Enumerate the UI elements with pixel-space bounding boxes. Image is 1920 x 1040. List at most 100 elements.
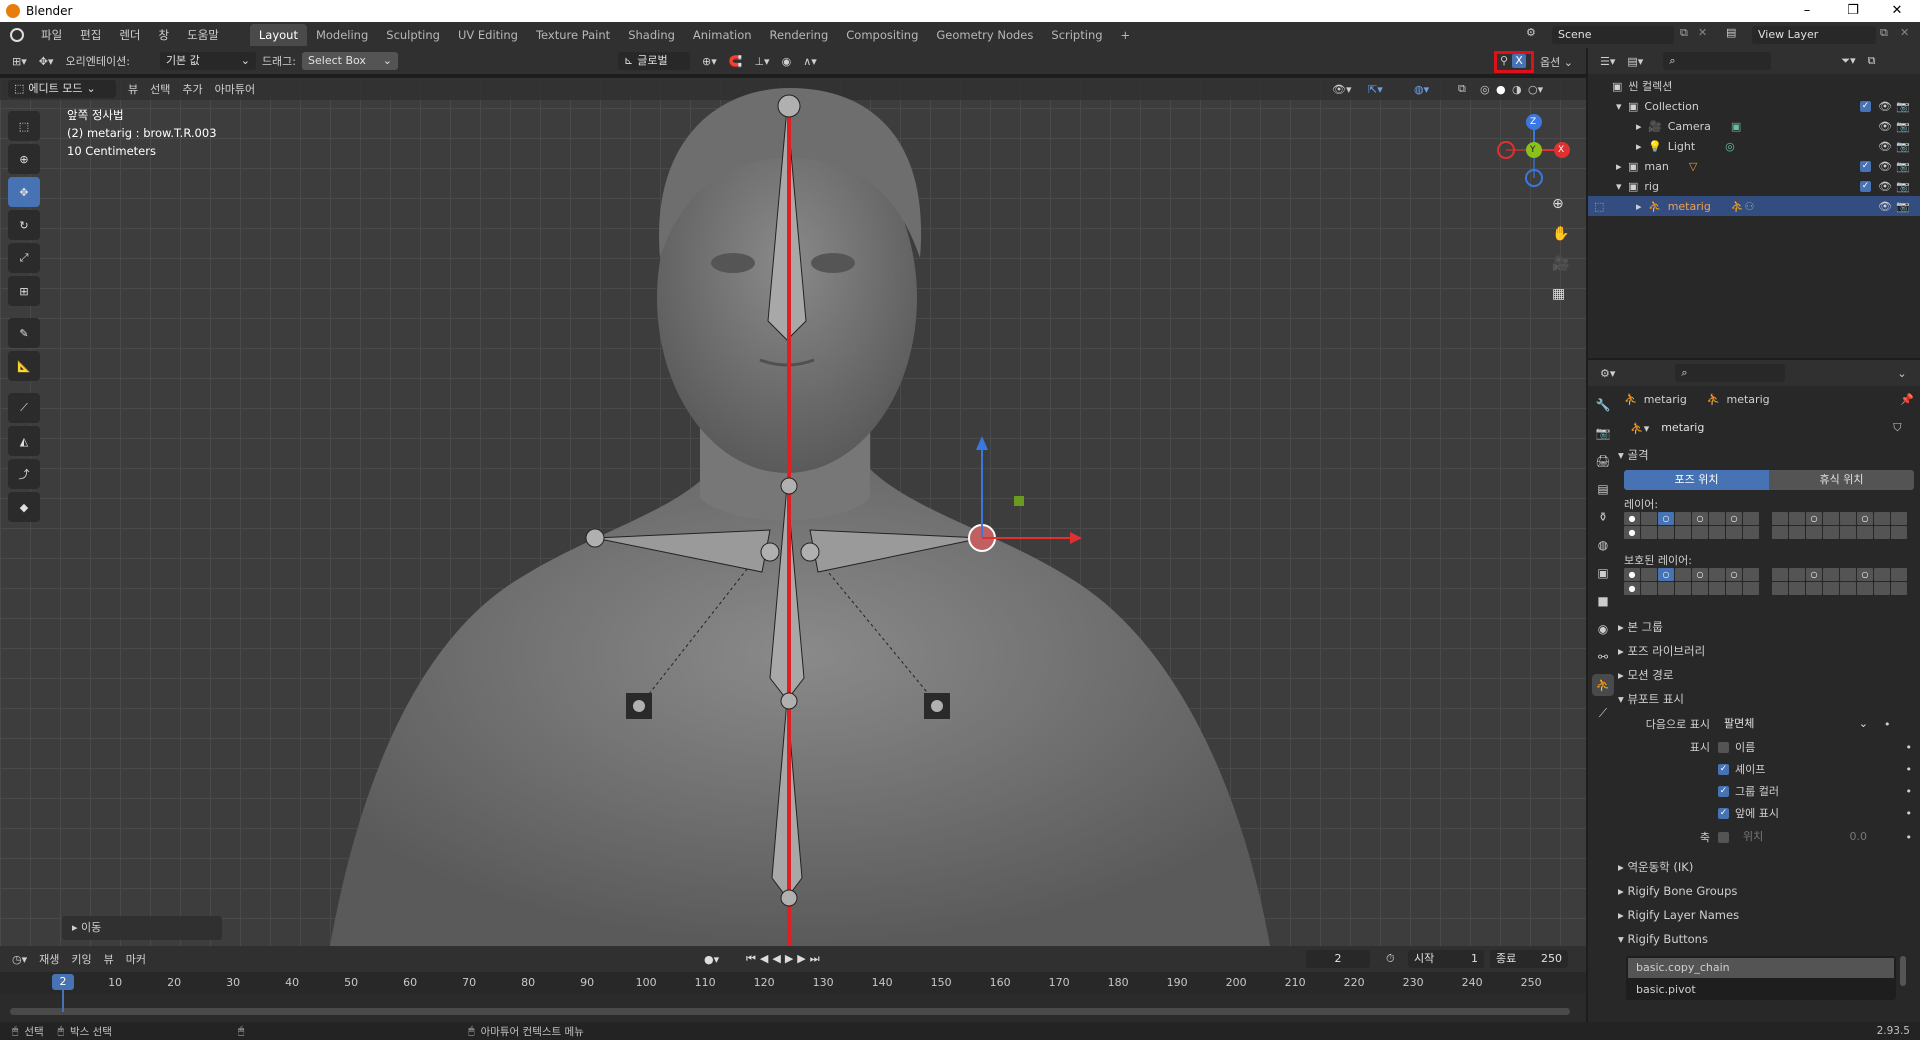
expand-arrow-icon[interactable]: ▾ bbox=[1616, 100, 1628, 113]
filter-icon[interactable]: ⏷▾ bbox=[1835, 54, 1861, 68]
pin-icon[interactable]: 📌 bbox=[1900, 393, 1914, 406]
keyframe-dot-icon[interactable]: • bbox=[1884, 718, 1891, 731]
camera-view-icon[interactable]: 🎥 bbox=[1552, 256, 1569, 272]
viewport-display-panel-header[interactable]: ▾ 뷰포트 표시 bbox=[1618, 688, 1916, 710]
last-operator-panel[interactable]: ▸ 이동 bbox=[62, 916, 222, 940]
snap-icon[interactable]: 🧲 bbox=[723, 55, 749, 68]
outliner-row-metarig[interactable]: ⬚ ▸ ⛹ metarig ⛹⚇ 👁 📷 bbox=[1588, 196, 1920, 216]
falloff-icon[interactable]: ∧▾ bbox=[797, 55, 823, 68]
auto-keying-icon[interactable]: ●▾ bbox=[704, 953, 719, 966]
armature-data-icon[interactable]: ⛹▾ bbox=[1624, 422, 1655, 435]
menu-view[interactable]: 뷰 bbox=[98, 951, 120, 967]
tab-compositing[interactable]: Compositing bbox=[837, 24, 927, 46]
tab-scripting[interactable]: Scripting bbox=[1042, 24, 1111, 46]
rigify-buttons-panel-header[interactable]: ▾ Rigify Buttons bbox=[1618, 928, 1916, 950]
layers-grid-left[interactable]: ● ○ ○ ○ ● bbox=[1624, 512, 1759, 539]
transform-orientation-dropdown[interactable]: ⊾ 글로벌 bbox=[618, 52, 691, 70]
eye-icon[interactable]: 👁 bbox=[1878, 180, 1892, 193]
display-as-dropdown[interactable]: 팔면체 ⌄ bbox=[1718, 715, 1874, 733]
move-tool-button[interactable]: ✥ bbox=[8, 177, 40, 207]
camera-render-icon[interactable]: 📷 bbox=[1896, 160, 1910, 173]
bone-size-tool-icon[interactable]: ◭ bbox=[8, 426, 40, 456]
new-scene-icon[interactable]: ⧉ bbox=[1680, 26, 1688, 40]
bone-tab-icon[interactable]: ⟋ bbox=[1592, 702, 1614, 724]
add-workspace-button[interactable]: + bbox=[1112, 24, 1140, 46]
playhead-frame-indicator[interactable]: 2 bbox=[52, 974, 74, 990]
rigify-rig-list[interactable]: basic.copy_chain basic.pivot bbox=[1626, 956, 1896, 1000]
delete-scene-icon[interactable]: ✕ bbox=[1698, 26, 1707, 39]
annotate-tool-icon[interactable]: ✎ bbox=[8, 318, 40, 348]
delete-view-layer-icon[interactable]: ✕ bbox=[1900, 26, 1909, 39]
expand-arrow-icon[interactable]: ▸ bbox=[1636, 120, 1648, 133]
keyframe-dot-icon[interactable]: • bbox=[1906, 807, 1913, 820]
menu-marker[interactable]: 마커 bbox=[120, 951, 152, 967]
pose-library-panel-header[interactable]: ▸ 포즈 라이브러리 bbox=[1618, 640, 1916, 662]
camera-render-icon[interactable]: 📷 bbox=[1896, 140, 1910, 153]
camera-render-icon[interactable]: 📷 bbox=[1896, 100, 1910, 113]
bone-envelope-tool-icon[interactable]: ◆ bbox=[8, 492, 40, 522]
editor-type-icon[interactable]: ⊞▾ bbox=[6, 55, 33, 68]
exclude-checkbox[interactable]: ✓ bbox=[1860, 160, 1871, 172]
rest-position-button[interactable]: 휴식 위치 bbox=[1769, 470, 1914, 490]
keyframe-dot-icon[interactable]: • bbox=[1906, 785, 1913, 798]
end-frame-field[interactable]: 종료 250 bbox=[1490, 950, 1568, 968]
expand-arrow-icon[interactable]: ▸ bbox=[1616, 160, 1628, 173]
tab-rendering[interactable]: Rendering bbox=[761, 24, 838, 46]
render-tab-icon[interactable]: 📷 bbox=[1592, 422, 1614, 444]
blender-menu-icon[interactable] bbox=[10, 28, 24, 42]
keyframe-dot-icon[interactable]: • bbox=[1906, 763, 1913, 776]
group-color-checkbox[interactable]: ✓ bbox=[1718, 785, 1729, 797]
eye-icon[interactable]: 👁 bbox=[1878, 140, 1892, 153]
axes-checkbox[interactable] bbox=[1718, 831, 1729, 843]
camera-render-icon[interactable]: 📷 bbox=[1896, 180, 1910, 193]
collection-tab-icon[interactable]: ▣ bbox=[1592, 562, 1614, 584]
options-dropdown[interactable]: 옵션 ⌄ bbox=[1540, 54, 1573, 70]
camera-render-icon[interactable]: 📷 bbox=[1896, 200, 1910, 213]
tab-animation[interactable]: Animation bbox=[684, 24, 761, 46]
properties-search[interactable]: ⌕ bbox=[1675, 364, 1786, 382]
list-scrollbar[interactable] bbox=[1900, 956, 1906, 986]
pan-hand-icon[interactable]: ✋ bbox=[1552, 226, 1569, 242]
physics-tab-icon[interactable]: ◉ bbox=[1592, 618, 1614, 640]
protected-layers-grid-right[interactable]: ○ ○ bbox=[1772, 568, 1907, 595]
axes-position-field[interactable]: 위치 0.0 bbox=[1737, 828, 1873, 846]
ik-panel-header[interactable]: ▸ 역운동학 (IK) bbox=[1618, 856, 1916, 878]
bone-groups-panel-header[interactable]: ▸ 본 그룹 bbox=[1618, 616, 1916, 638]
layers-grid-right[interactable]: ○ ○ bbox=[1772, 512, 1907, 539]
zoom-icon[interactable]: ⊕ bbox=[1552, 196, 1564, 212]
menu-file[interactable]: 파일 bbox=[32, 24, 71, 46]
extrude-tool-icon[interactable]: ⤴ bbox=[8, 459, 40, 489]
tab-modeling[interactable]: Modeling bbox=[307, 24, 377, 46]
outliner-search[interactable]: ⌕ bbox=[1663, 52, 1772, 70]
keyframe-dot-icon[interactable]: • bbox=[1906, 831, 1913, 844]
menu-keying[interactable]: 키잉 bbox=[65, 951, 97, 967]
snap-target-icon[interactable]: ⊥▾ bbox=[748, 55, 775, 68]
select-box-tool-icon[interactable]: ⬚ bbox=[8, 111, 40, 141]
expand-arrow-icon[interactable]: ▸ bbox=[1636, 200, 1648, 213]
new-view-layer-icon[interactable]: ⧉ bbox=[1880, 26, 1888, 40]
fake-user-shield-icon[interactable]: ⛉ bbox=[1893, 421, 1901, 435]
tab-layout[interactable]: Layout bbox=[249, 24, 307, 46]
outliner-editor-icon[interactable]: ☰▾ bbox=[1594, 55, 1621, 68]
outliner-row-camera[interactable]: ▸ 🎥 Camera ▣ 👁 📷 bbox=[1588, 116, 1920, 136]
eye-icon[interactable]: 👁 bbox=[1878, 200, 1892, 213]
scene-icon[interactable]: ⚙ bbox=[1526, 26, 1548, 44]
scale-tool-icon[interactable]: ⤢ bbox=[8, 243, 40, 273]
scene-tab-icon[interactable]: ⚱ bbox=[1592, 506, 1614, 528]
bone-roll-tool-icon[interactable]: ⟋ bbox=[8, 393, 40, 423]
output-tab-icon[interactable]: 🖨 bbox=[1592, 450, 1614, 472]
ortho-toggle-icon[interactable]: ▦ bbox=[1552, 286, 1565, 302]
in-front-checkbox[interactable]: ✓ bbox=[1718, 807, 1729, 819]
new-collection-icon[interactable]: ⧉ bbox=[1862, 54, 1882, 68]
show-shape-checkbox[interactable]: ✓ bbox=[1718, 763, 1729, 775]
keyframe-dot-icon[interactable]: • bbox=[1906, 741, 1913, 754]
world-tab-icon[interactable]: ◍ bbox=[1592, 534, 1614, 556]
expand-arrow-icon[interactable]: ▾ bbox=[1616, 180, 1628, 193]
playback-controls[interactable]: ⏮◀◀▶▶⏭ bbox=[746, 952, 824, 966]
xray-bone-icon[interactable]: ⚲ bbox=[1500, 54, 1508, 67]
transform-tool-icon[interactable]: ⊞ bbox=[8, 276, 40, 306]
outliner-row-light[interactable]: ▸ 💡 Light ◎ 👁 📷 bbox=[1588, 136, 1920, 156]
chevron-down-icon[interactable]: ⌄ bbox=[1891, 367, 1912, 380]
view-layer-icon[interactable]: ▤ bbox=[1726, 26, 1736, 39]
tab-uv-editing[interactable]: UV Editing bbox=[449, 24, 527, 46]
